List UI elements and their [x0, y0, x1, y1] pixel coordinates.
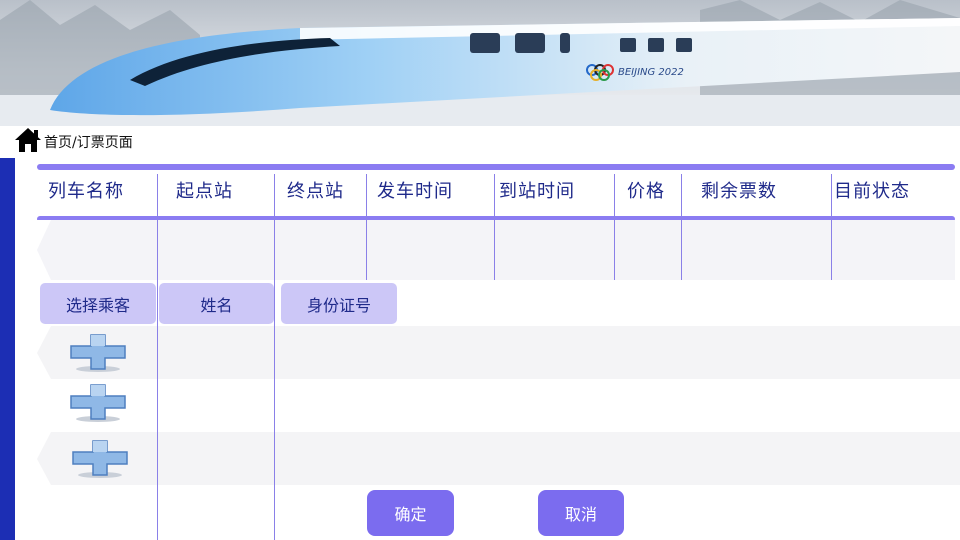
header-price: 价格	[627, 181, 665, 202]
name-header: 姓名	[159, 283, 274, 324]
passenger-row	[37, 326, 960, 379]
svg-text:BEIJING 2022: BEIJING 2022	[618, 67, 684, 78]
header-remaining-tickets: 剩余票数	[701, 181, 777, 202]
plus-icon[interactable]	[69, 383, 127, 427]
left-accent-bar	[0, 158, 15, 540]
plus-icon[interactable]	[69, 333, 127, 377]
header-arrival-time: 到站时间	[499, 181, 575, 202]
passenger-row	[37, 379, 960, 432]
passenger-row	[37, 432, 960, 485]
header-top-line	[37, 164, 955, 170]
select-passenger-header[interactable]: 选择乘客	[40, 283, 156, 324]
cancel-button[interactable]: 取消	[538, 490, 624, 536]
header-departure-time: 发车时间	[377, 181, 453, 202]
id-number-header: 身份证号	[281, 283, 397, 324]
column-divider	[157, 280, 158, 540]
table-row[interactable]	[37, 220, 955, 280]
header-start-station: 起点站	[176, 181, 233, 202]
breadcrumb: 首页/订票页面	[14, 127, 133, 157]
header-end-station: 终点站	[287, 181, 344, 202]
plus-icon[interactable]	[71, 439, 129, 483]
train-table: 列车名称 起点站 终点站 发车时间 到站时间 价格 剩余票数 目前状态	[37, 164, 955, 280]
breadcrumb-text: 首页/订票页面	[44, 135, 133, 151]
header-train-name: 列车名称	[48, 181, 124, 202]
confirm-button[interactable]: 确定	[367, 490, 454, 536]
home-icon[interactable]	[14, 126, 42, 158]
train-banner-illustration: BEIJING 2022	[0, 0, 960, 126]
header-status: 目前状态	[834, 181, 910, 202]
column-divider	[274, 280, 275, 540]
banner-image: BEIJING 2022	[0, 0, 960, 126]
